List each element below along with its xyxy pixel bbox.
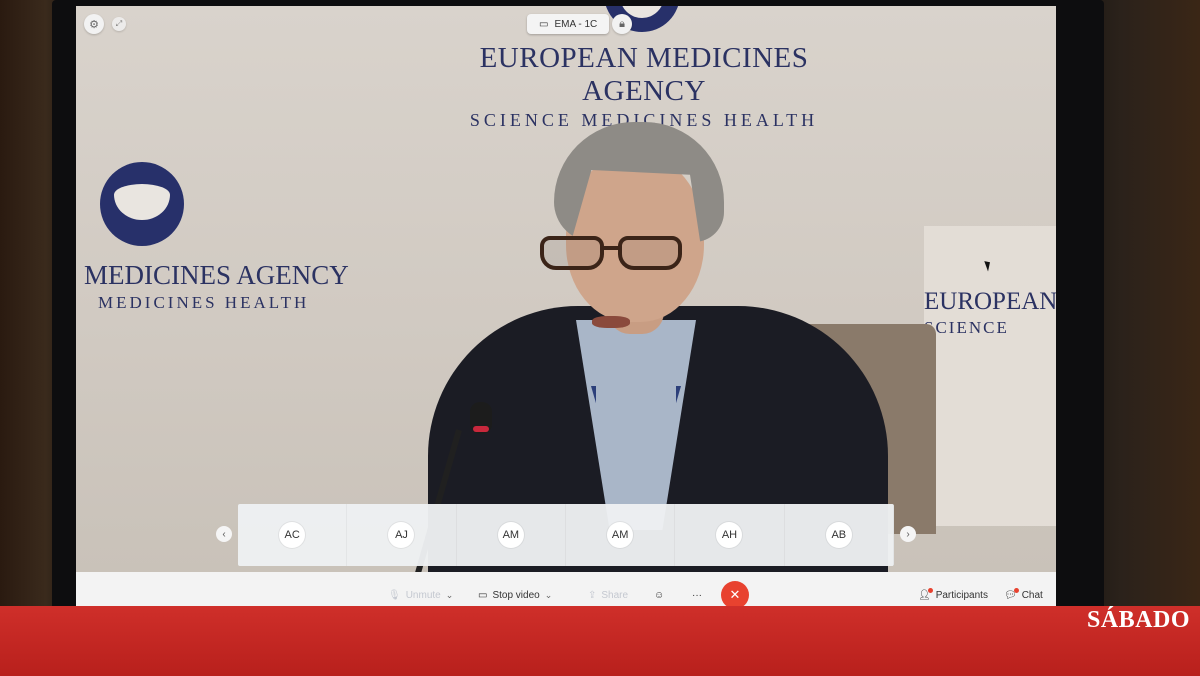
microphone-head <box>470 402 492 434</box>
chat-bubble-icon: 💬︎ <box>1004 587 1019 601</box>
meeting-title-badge[interactable]: ▭ EMA - 1C <box>527 14 610 34</box>
participant-tile[interactable]: AJ <box>347 504 457 566</box>
backdrop-left-tagline: MEDICINES HEALTH <box>98 293 310 312</box>
chevron-down-icon[interactable]: ⌄ <box>446 590 454 601</box>
participants-label: Participants <box>935 589 988 601</box>
video-camera-icon: ▭ <box>478 589 488 601</box>
backdrop-org-name: EUROPEAN MEDICINES AGENCY <box>479 42 809 107</box>
strip-next-button[interactable]: › <box>900 526 916 542</box>
strip-prev-button[interactable]: ‹ <box>216 526 232 542</box>
stop-video-button[interactable]: ▭ Stop video ⌄ <box>478 584 552 606</box>
meeting-title: EMA - 1C <box>554 18 598 30</box>
glasses-lens-right <box>618 236 682 270</box>
microphone-icon: 🎙︎ <box>388 589 401 601</box>
avatar: AH <box>716 522 743 548</box>
chat-label: Chat <box>1021 589 1043 601</box>
avatar: AB <box>825 522 852 548</box>
backdrop-right-name: EUROPEAN <box>924 288 1056 315</box>
end-call-button[interactable]: ✕ <box>721 581 749 609</box>
screen-icon: ▭ <box>539 18 549 30</box>
chat-button[interactable]: 💬︎ Chat <box>1004 584 1043 606</box>
chevron-down-icon[interactable]: ⌄ <box>545 590 553 601</box>
news-banner <box>0 606 1200 676</box>
stop-video-label: Stop video <box>492 589 540 601</box>
avatar: AJ <box>388 522 415 548</box>
backdrop-logo-right: EUROPEAN SCIENCE <box>924 288 1056 338</box>
glasses-lens-left <box>540 236 604 270</box>
ema-emblem-left <box>100 162 184 246</box>
share-screen-icon: ⇪ <box>588 589 597 601</box>
unmute-button[interactable]: 🎙︎ Unmute ⌄ <box>388 584 453 606</box>
backdrop-panel <box>924 226 1056 526</box>
unmute-label: Unmute <box>405 589 441 601</box>
person-icon: 👤︎ <box>918 587 933 601</box>
participant-strip: AC AJ AM AM AH AB <box>238 504 894 566</box>
backdrop-logo-left: MEDICINES AGENCY MEDICINES HEALTH <box>84 260 349 313</box>
avatar: AC <box>279 522 306 548</box>
participant-tile[interactable]: AB <box>785 504 894 566</box>
backdrop-logo-top: EUROPEAN MEDICINES AGENCY SCIENCE MEDICI… <box>424 42 864 131</box>
participant-tile[interactable]: AH <box>675 504 785 566</box>
share-button[interactable]: ⇪ Share <box>588 584 628 606</box>
video-stage: EUROPEAN MEDICINES AGENCY SCIENCE MEDICI… <box>76 6 1056 572</box>
lock-icon[interactable]: 🔒︎ <box>612 14 632 34</box>
emoji-icon[interactable]: ☺ <box>654 584 664 606</box>
expand-icon[interactable]: ⤢ <box>112 17 126 31</box>
backdrop-left-name: MEDICINES AGENCY <box>84 260 349 290</box>
avatar: AM <box>497 522 524 548</box>
share-label: Share <box>601 589 629 601</box>
close-icon: ✕ <box>729 587 741 602</box>
speaker-mouth <box>592 316 630 328</box>
ellipsis-icon[interactable]: ··· <box>692 584 702 606</box>
participant-tile[interactable]: AC <box>238 504 348 566</box>
participant-tile[interactable]: AM <box>566 504 676 566</box>
avatar: AM <box>607 522 634 548</box>
brand-logo: SÁBADO <box>1086 607 1190 633</box>
top-left-controls: ⚙ ⤢ <box>84 14 126 34</box>
participant-tile[interactable]: AM <box>457 504 566 566</box>
participants-button[interactable]: 👤︎ Participants <box>918 584 988 606</box>
speaker-glasses <box>540 236 690 272</box>
backdrop-right-tagline: SCIENCE <box>924 318 1009 337</box>
settings-icon[interactable]: ⚙ <box>84 14 104 34</box>
